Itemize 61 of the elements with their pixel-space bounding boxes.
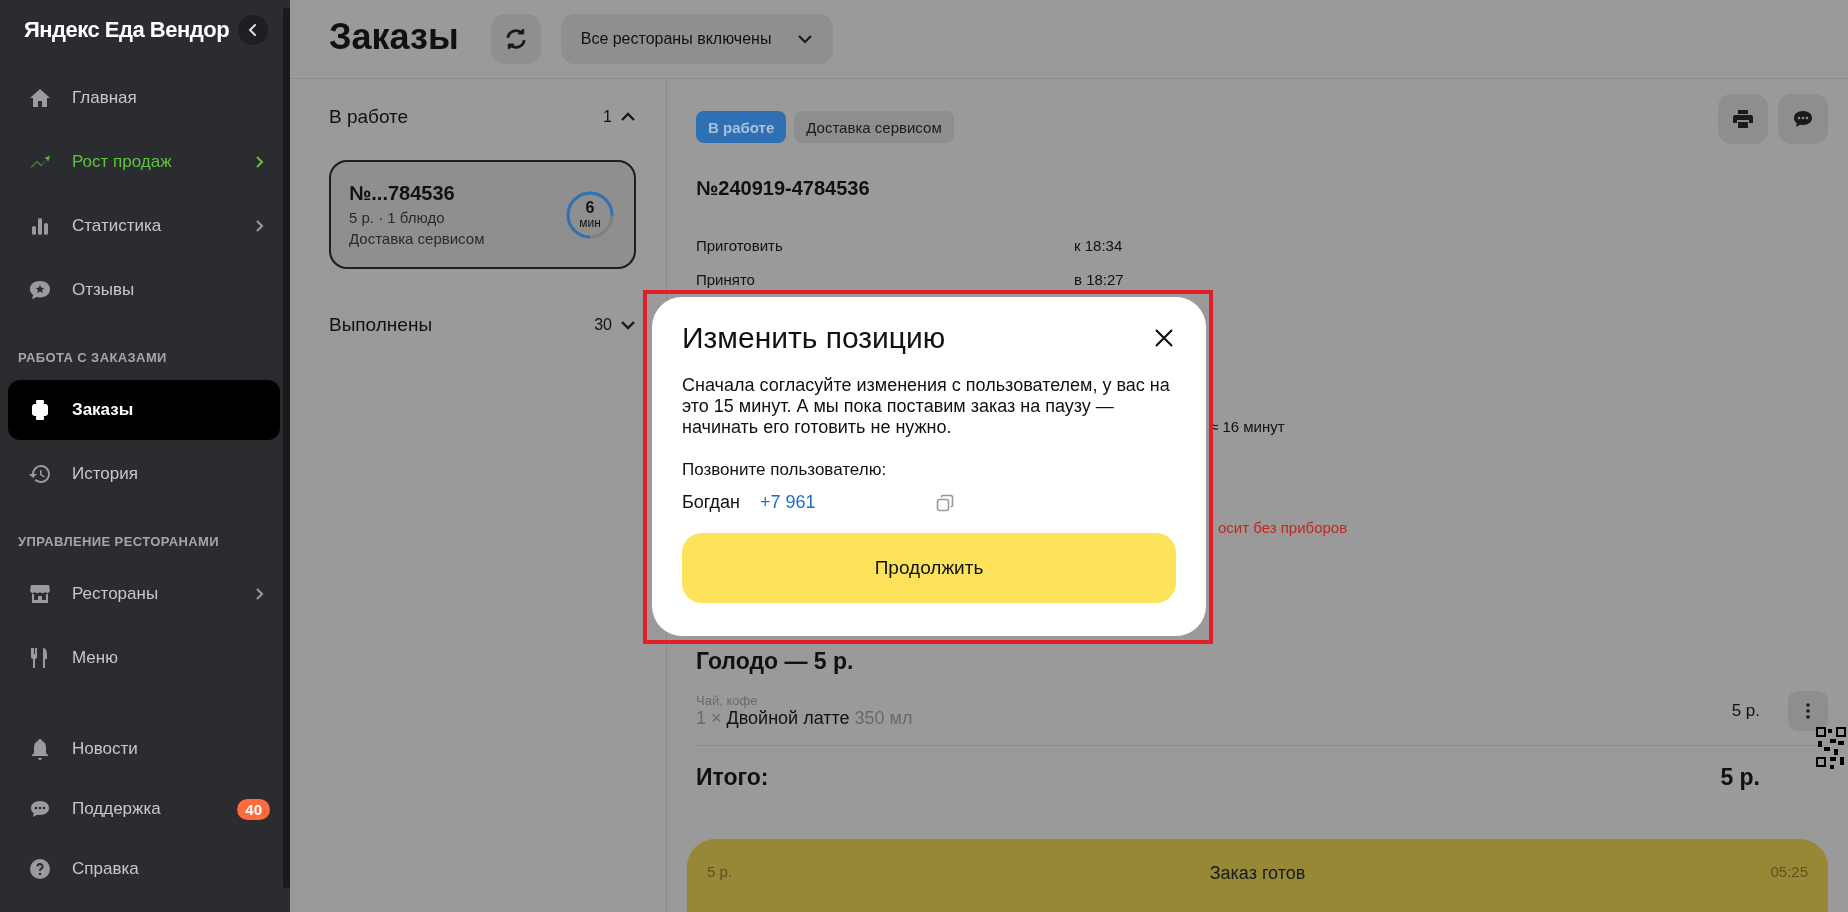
customer-name: Богдан [682,492,741,513]
section-heading: РАБОТА С ЗАКАЗАМИ [17,349,168,367]
home-icon [28,86,52,110]
notification-badge: 40 [237,798,270,820]
detail-label: Приготовить [696,236,784,254]
chevron-down-icon [620,320,636,330]
nav-item[interactable]: Главная [8,66,280,130]
items-group-title: Голодо — 5 р. [696,648,855,675]
history-icon [28,462,52,486]
order-tag: Доставка сервисом [794,111,954,143]
timer-value: 6 [585,198,595,217]
order-card[interactable]: №...784536 5 р. · 1 блюдо Доставка сервисом 6 мин [329,160,636,269]
refresh-button[interactable] [490,14,541,64]
detail-value: к 18:34 [1074,236,1123,254]
nav-item[interactable]: Рост продаж [8,130,280,194]
scrollbar[interactable] [283,8,290,888]
order-tag: В работе [696,111,787,143]
nav-item[interactable]: Поддержка 40 [8,779,280,839]
chat-button[interactable] [1778,94,1828,144]
chevron-down-icon [797,34,814,44]
order-number: №...784536 [349,182,456,205]
nav-item[interactable]: Рестораны [8,562,280,626]
print-button[interactable] [1718,94,1768,144]
phone-link[interactable]: +7 961 [760,492,816,513]
nav-item[interactable]: Статистика [8,194,280,258]
order-number: №240919-4784536 [696,177,871,200]
total-value: 5 р. [1720,764,1760,791]
order-ready-button[interactable]: 5 р. Заказ готов 05:25 [687,839,1828,912]
copy-icon[interactable] [935,493,954,512]
detail-label: Принято [696,270,756,288]
delivery-type: Доставка сервисом [349,230,486,247]
help-icon [28,857,52,881]
order-group-header[interactable]: В работе 1 [329,101,636,133]
collapse-button[interactable] [238,15,268,45]
modal-text: Сначала согласуйте изменения с пользователем, у вас на это 15 минут. А мы пока поставим заказ на паузу — начинать его готовить не нужно. [682,375,1171,438]
nav-item[interactable]: Меню [8,626,280,690]
detail-value: в 18:27 [1074,270,1124,288]
modal-title: Изменить позицию [682,321,946,355]
review-icon [28,278,52,302]
continue-button[interactable]: Продолжить [682,533,1176,603]
order-summary: 5 р. · 1 блюдо [349,209,446,226]
item-price: 5 р. [1731,701,1760,721]
order-group-header[interactable]: Выполнены 30 [329,309,636,341]
more-button[interactable] [1788,691,1828,731]
nav-item[interactable]: История [8,442,280,506]
timer-unit: мин [579,216,601,231]
nav-item[interactable]: Заказы [8,380,280,440]
chevron-up-icon [620,112,636,122]
total-label: Итого: [696,764,769,791]
detail-value: осит без приборов [1218,519,1348,536]
more-icon [1806,703,1810,719]
nav-item[interactable]: Новости [8,719,280,779]
page-title: Заказы [329,16,459,58]
nav-item[interactable]: Отзывы [8,258,280,322]
restaurant-filter-dropdown[interactable]: Все рестораны включены [560,14,834,64]
section-heading: УПРАВЛЕНИЕ РЕСТОРАНАМИ [17,533,221,551]
printer-icon [1731,107,1755,131]
logo: Яндекс Еда Вендор [24,17,230,43]
nav-item[interactable]: Справка [8,839,280,899]
store-icon [28,582,52,606]
call-label: Позвоните пользователю: [682,460,888,480]
